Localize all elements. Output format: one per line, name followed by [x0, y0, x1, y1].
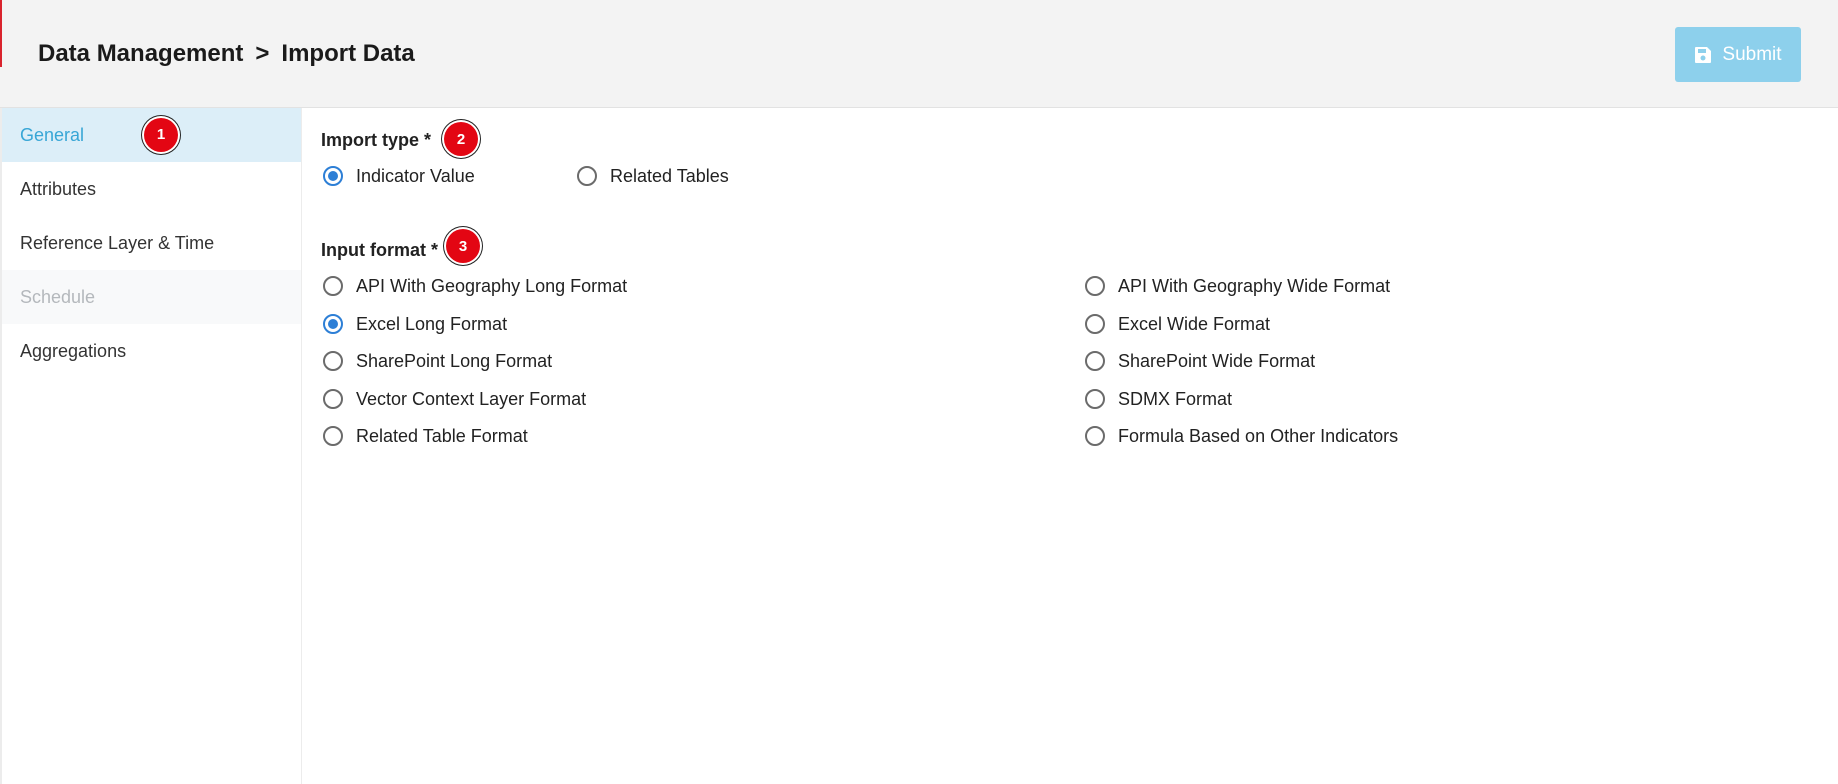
- sidebar: General 1 Attributes Reference Layer & T…: [0, 108, 302, 784]
- radio-label: SDMX Format: [1118, 388, 1233, 409]
- radio-label: API With Geography Wide Format: [1118, 275, 1391, 296]
- format-vector-context-layer-radio[interactable]: Vector Context Layer Format: [323, 386, 586, 412]
- format-excel-long-radio[interactable]: Excel Long Format: [323, 311, 507, 337]
- radio-unchecked-icon[interactable]: [1085, 426, 1105, 446]
- step-badge-1: 1: [144, 118, 178, 152]
- sidebar-item-general[interactable]: General 1: [2, 108, 301, 162]
- step-badge-3: 3: [446, 229, 480, 263]
- submit-button[interactable]: Submit: [1675, 27, 1801, 82]
- import-type-indicator-value-radio[interactable]: Indicator Value: [323, 163, 475, 189]
- radio-unchecked-icon[interactable]: [1085, 389, 1105, 409]
- sidebar-item-label: Schedule: [20, 287, 96, 307]
- save-icon: [1695, 46, 1712, 63]
- breadcrumb-current: Import Data: [281, 40, 415, 67]
- import-type-related-tables-radio[interactable]: Related Tables: [577, 163, 729, 189]
- sidebar-item-attributes[interactable]: Attributes: [2, 162, 301, 216]
- format-api-geography-long-radio[interactable]: API With Geography Long Format: [323, 273, 627, 299]
- radio-checked-icon[interactable]: [323, 314, 343, 334]
- radio-label: Indicator Value: [356, 165, 475, 186]
- radio-unchecked-icon[interactable]: [323, 389, 343, 409]
- radio-unchecked-icon[interactable]: [1085, 314, 1105, 334]
- format-sdmx-radio[interactable]: SDMX Format: [1085, 386, 1232, 412]
- radio-checked-icon[interactable]: [323, 166, 343, 186]
- step-badge-2: 2: [444, 122, 478, 156]
- input-format-label: Input format *: [321, 240, 438, 260]
- radio-label: SharePoint Wide Format: [1118, 350, 1316, 371]
- page-header: Data Management > Import Data Submit: [0, 0, 1838, 108]
- format-excel-wide-radio[interactable]: Excel Wide Format: [1085, 311, 1270, 337]
- breadcrumb-separator: >: [255, 40, 270, 67]
- sidebar-item-reference-layer-time[interactable]: Reference Layer & Time: [2, 216, 301, 270]
- radio-label: SharePoint Long Format: [356, 350, 553, 371]
- breadcrumb: Data Management > Import Data: [38, 40, 415, 68]
- radio-label: API With Geography Long Format: [356, 275, 628, 296]
- format-formula-based-radio[interactable]: Formula Based on Other Indicators: [1085, 423, 1398, 449]
- format-sharepoint-long-radio[interactable]: SharePoint Long Format: [323, 348, 552, 374]
- radio-unchecked-icon[interactable]: [323, 351, 343, 371]
- submit-label: Submit: [1722, 43, 1782, 65]
- radio-label: Related Tables: [610, 165, 729, 186]
- radio-unchecked-icon[interactable]: [577, 166, 597, 186]
- sidebar-item-aggregations[interactable]: Aggregations: [2, 324, 301, 378]
- sidebar-item-label: Attributes: [20, 179, 97, 199]
- radio-label: Excel Long Format: [356, 313, 508, 334]
- radio-unchecked-icon[interactable]: [323, 426, 343, 446]
- header-accent-bar: [0, 0, 2, 67]
- sidebar-item-label: Aggregations: [20, 341, 127, 361]
- radio-unchecked-icon[interactable]: [323, 276, 343, 296]
- import-type-label: Import type *: [321, 130, 432, 150]
- format-api-geography-wide-radio[interactable]: API With Geography Wide Format: [1085, 273, 1390, 299]
- radio-label: Vector Context Layer Format: [356, 388, 587, 409]
- radio-label: Related Table Format: [356, 425, 528, 446]
- sidebar-item-label: General: [20, 125, 85, 145]
- radio-unchecked-icon[interactable]: [1085, 276, 1105, 296]
- format-related-table-radio[interactable]: Related Table Format: [323, 423, 528, 449]
- radio-label: Formula Based on Other Indicators: [1118, 425, 1399, 446]
- sidebar-item-label: Reference Layer & Time: [20, 233, 215, 253]
- format-sharepoint-wide-radio[interactable]: SharePoint Wide Format: [1085, 348, 1315, 374]
- radio-unchecked-icon[interactable]: [1085, 351, 1105, 371]
- radio-label: Excel Wide Format: [1118, 313, 1271, 334]
- breadcrumb-parent[interactable]: Data Management: [38, 40, 243, 67]
- sidebar-item-schedule: Schedule: [2, 270, 301, 324]
